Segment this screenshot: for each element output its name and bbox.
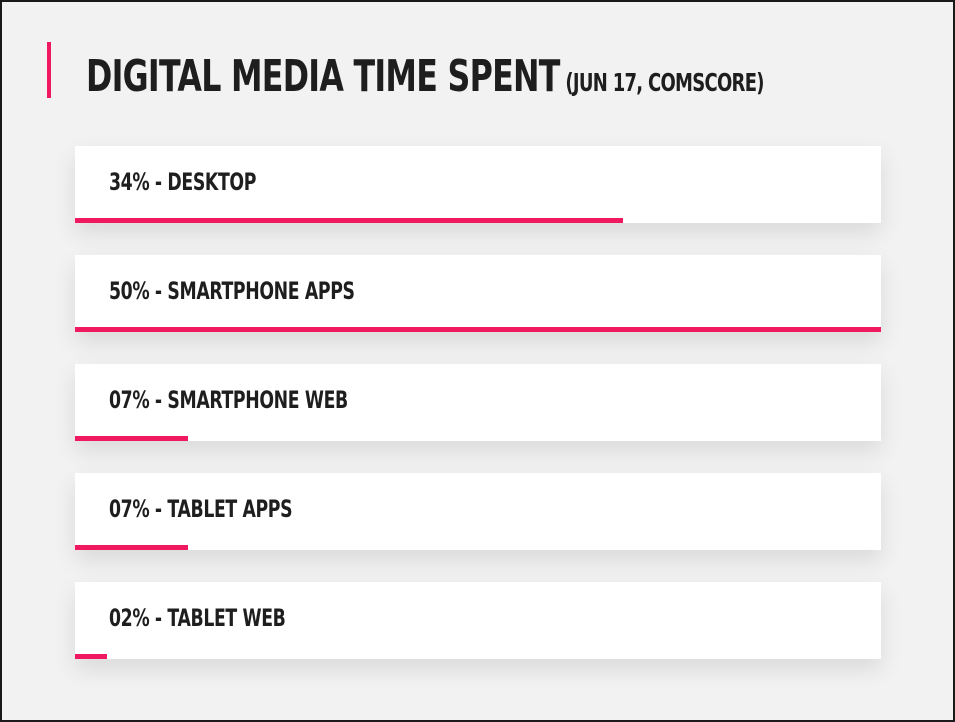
bar-fill — [75, 218, 623, 223]
bar-fill — [75, 327, 881, 332]
title-main: DIGITAL MEDIA TIME SPENT — [86, 51, 560, 102]
slide-frame: DIGITAL MEDIA TIME SPENT (JUN 17, COMSCOR… — [0, 0, 955, 722]
bar-row-tablet-apps: 07% - TABLET APPS — [75, 473, 881, 550]
bar-row-smartphone-apps: 50% - SMARTPHONE APPS — [75, 255, 881, 332]
bar-fill — [75, 436, 188, 441]
bar-label: 34% - DESKTOP — [109, 168, 257, 196]
page-title: DIGITAL MEDIA TIME SPENT (JUN 17, COMSCOR… — [86, 38, 886, 108]
bar-label: 50% - SMARTPHONE APPS — [109, 277, 355, 305]
bar-label: 07% - TABLET APPS — [109, 495, 293, 523]
bar-fill — [75, 654, 107, 659]
bar-label: 07% - SMARTPHONE WEB — [109, 386, 348, 414]
bar-label: 02% - TABLET WEB — [109, 604, 286, 632]
title-source: (JUN 17, COMSCORE) — [565, 68, 764, 97]
bar-row-smartphone-web: 07% - SMARTPHONE WEB — [75, 364, 881, 441]
bar-fill — [75, 545, 188, 550]
bar-row-desktop: 34% - DESKTOP — [75, 146, 881, 223]
bar-row-tablet-web: 02% - TABLET WEB — [75, 582, 881, 659]
title-accent-bar — [47, 42, 51, 98]
